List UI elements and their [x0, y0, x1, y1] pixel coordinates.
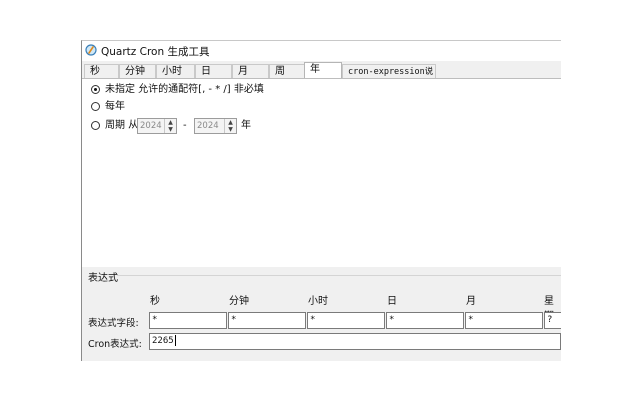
tab-bar: 秒 分钟 小时 日 月 周 年 cron-expression说明	[82, 62, 561, 91]
cron-expression-input[interactable]: 2265	[149, 333, 561, 350]
tab-day[interactable]: 日	[195, 64, 232, 78]
cron-expression-value: 2265	[152, 336, 174, 346]
period-dash: -	[183, 120, 187, 131]
tab-second-label: 秒	[90, 66, 100, 77]
col-hour-header: 小时	[308, 296, 328, 307]
year-suffix: 年	[241, 120, 251, 131]
tab-minute-label: 分钟	[125, 66, 145, 77]
period-from-spinner[interactable]: 2024 ▲ ▼	[137, 118, 177, 134]
spin-up-icon[interactable]: ▲	[166, 119, 175, 126]
spin-up-icon[interactable]: ▲	[226, 119, 235, 126]
second-field[interactable]: *	[149, 312, 227, 329]
tab-day-label: 日	[201, 66, 211, 77]
period-from-value: 2024	[140, 121, 162, 131]
weekday-field[interactable]: ?	[544, 312, 561, 329]
fields-row-label: 表达式字段:	[88, 318, 139, 329]
col-day-header: 日	[387, 296, 397, 307]
option-unspecified-label: 未指定 允许的通配符[, - * /] 非必填	[105, 84, 264, 95]
text-caret	[174, 335, 176, 346]
expression-group: 表达式 秒 分钟 小时 日 月 星期 表达式字段: * * * * * ? Cr…	[82, 267, 561, 361]
year-tab-panel: 未指定 允许的通配符[, - * /] 非必填 每年 周期 从 2024 ▲ ▼…	[82, 79, 561, 267]
col-minute-header: 分钟	[229, 296, 249, 307]
minute-field[interactable]: *	[228, 312, 306, 329]
app-logo-icon	[85, 44, 97, 56]
period-to-value: 2024	[197, 121, 219, 131]
hour-field[interactable]: *	[307, 312, 385, 329]
period-to-spin-buttons: ▲ ▼	[224, 119, 236, 133]
tab-year[interactable]: 年	[304, 62, 342, 79]
radio-period[interactable]	[91, 121, 100, 130]
option-period-label: 周期 从	[105, 120, 139, 131]
tab-hour[interactable]: 小时	[156, 64, 195, 78]
tab-year-label: 年	[310, 64, 320, 75]
tab-minute[interactable]: 分钟	[119, 64, 156, 78]
tab-month[interactable]: 月	[232, 64, 269, 78]
tab-second[interactable]: 秒	[84, 64, 119, 78]
tab-week[interactable]: 周	[269, 64, 306, 78]
expression-group-label: 表达式	[88, 273, 118, 284]
period-from-spin-buttons: ▲ ▼	[164, 119, 176, 133]
tab-week-label: 周	[275, 66, 285, 77]
tab-month-label: 月	[238, 66, 248, 77]
day-field[interactable]: *	[386, 312, 464, 329]
window-title: Quartz Cron 生成工具	[101, 46, 210, 58]
month-field[interactable]: *	[465, 312, 543, 329]
tab-hour-label: 小时	[162, 66, 182, 77]
group-divider	[117, 275, 561, 276]
cron-expression-label: Cron表达式:	[88, 339, 142, 350]
title-bar: Quartz Cron 生成工具	[82, 41, 561, 61]
radio-unspecified[interactable]	[91, 85, 100, 94]
option-period: 周期 从 2024 ▲ ▼ - 2024 ▲ ▼ 年	[91, 118, 391, 134]
radio-every-year[interactable]	[91, 102, 100, 111]
spin-down-icon[interactable]: ▼	[166, 126, 175, 133]
cron-generator-window: Quartz Cron 生成工具 秒 分钟 小时 日 月 周 年 cron-ex…	[81, 40, 561, 361]
col-month-header: 月	[466, 296, 476, 307]
period-to-spinner[interactable]: 2024 ▲ ▼	[194, 118, 237, 134]
spin-down-icon[interactable]: ▼	[226, 126, 235, 133]
option-every-year-label: 每年	[105, 101, 125, 112]
col-second-header: 秒	[150, 296, 160, 307]
tab-cron-help[interactable]: cron-expression说明	[342, 64, 436, 91]
